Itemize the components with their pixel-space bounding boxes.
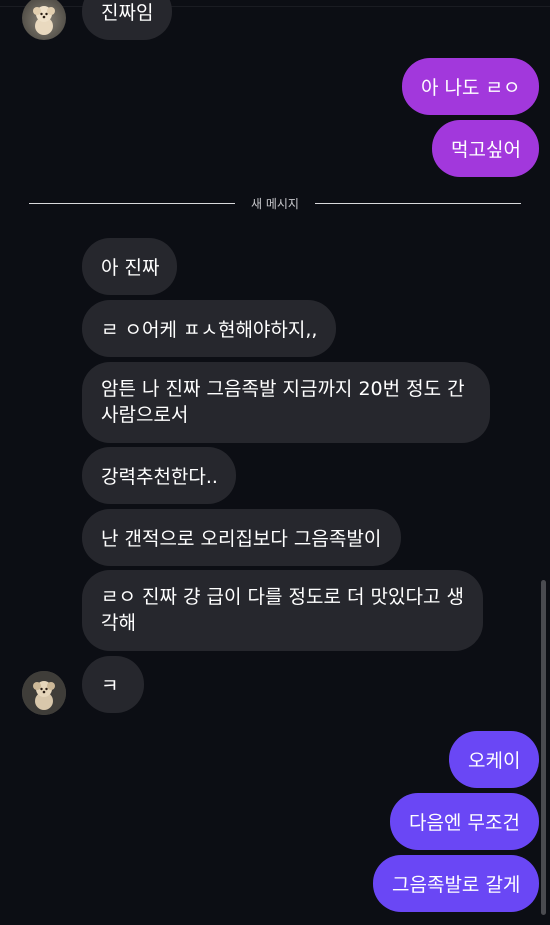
message-text: 그음족발로 갈게 <box>392 874 521 896</box>
message-text: 먹고싶어 <box>451 139 521 161</box>
outgoing-message[interactable]: 그음족발로 갈게 <box>373 855 539 912</box>
incoming-message[interactable]: 진짜임 <box>82 0 172 40</box>
outgoing-message[interactable]: 먹고싶어 <box>432 120 539 177</box>
incoming-message[interactable]: ㄹㅇ 진짜 걍 급이 다를 정도로 더 맛있다고 생각해 <box>82 570 483 651</box>
dog-avatar-image <box>33 6 55 35</box>
outgoing-message[interactable]: 오케이 <box>449 731 539 788</box>
message-text: 진짜임 <box>101 2 154 24</box>
dog-avatar-icon[interactable] <box>22 671 66 715</box>
message-text: 오케이 <box>468 750 521 772</box>
dog-avatar-image <box>22 671 66 715</box>
outgoing-message[interactable]: 다음엔 무조건 <box>390 793 539 850</box>
message-text: ㅋ <box>101 675 119 697</box>
message-text: 강력추천한다.. <box>101 466 218 488</box>
chat-screen: 진짜임 아 나도 ㄹㅇ 먹고싶어 새 메시지 아 진짜 ㄹ ㅇ어케 ㅍㅅ현해야하… <box>0 0 550 925</box>
divider-label: 새 메시지 <box>251 197 299 211</box>
dog-avatar-icon[interactable] <box>22 0 66 40</box>
incoming-message[interactable]: 암튼 나 진짜 그음족발 지금까지 20번 정도 간 사람으로서 <box>82 362 490 443</box>
message-text: ㄹㅇ 진짜 걍 급이 다를 정도로 더 맛있다고 생각해 <box>101 586 464 634</box>
incoming-message[interactable]: 아 진짜 <box>82 238 177 295</box>
message-text: 암튼 나 진짜 그음족발 지금까지 20번 정도 간 사람으로서 <box>101 378 465 426</box>
outgoing-message[interactable]: 아 나도 ㄹㅇ <box>402 58 539 115</box>
new-messages-divider: 새 메시지 <box>29 194 521 214</box>
message-text: 난 갠적으로 오리집보다 그음족발이 <box>101 528 382 550</box>
divider-line-right <box>315 203 521 204</box>
incoming-message[interactable]: 강력추천한다.. <box>82 447 236 504</box>
scrollbar-thumb[interactable] <box>541 580 546 915</box>
message-text: 다음엔 무조건 <box>409 812 520 834</box>
message-text: 아 진짜 <box>101 257 160 279</box>
incoming-message[interactable]: ㅋ <box>82 656 144 713</box>
message-text: 아 나도 ㄹㅇ <box>421 77 521 99</box>
incoming-message[interactable]: 난 갠적으로 오리집보다 그음족발이 <box>82 509 401 566</box>
message-text: ㄹ ㅇ어케 ㅍㅅ현해야하지,, <box>101 319 318 341</box>
incoming-message[interactable]: ㄹ ㅇ어케 ㅍㅅ현해야하지,, <box>82 300 336 357</box>
